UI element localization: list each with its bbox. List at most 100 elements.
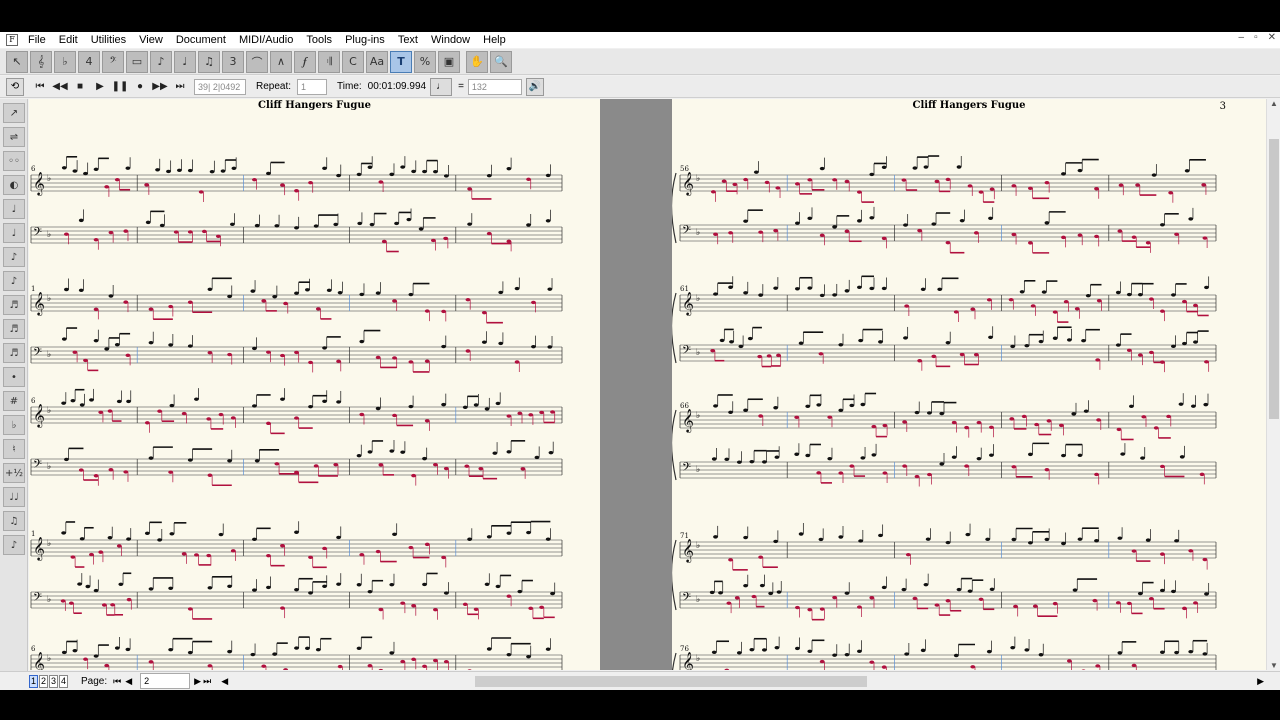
palette-tool-16-icon[interactable]: ♩♩ — [3, 487, 25, 507]
page-tab-4[interactable]: 4 — [59, 674, 68, 688]
repeat-select[interactable]: 1 — [297, 78, 328, 95]
palette-tool-12-icon[interactable]: # — [3, 391, 25, 411]
note — [389, 651, 395, 655]
note — [838, 343, 844, 347]
palette-tool-11-icon[interactable]: • — [3, 367, 25, 387]
palette-tool-4-icon[interactable]: ♩ — [3, 199, 25, 219]
palette-tool-0-icon[interactable]: ↗ — [3, 103, 25, 123]
tempo-note-icon[interactable]: ♩ — [430, 77, 453, 96]
record-icon[interactable]: ● — [130, 78, 150, 96]
restore-button[interactable]: ▫ — [1254, 32, 1258, 43]
lyrics-tool-icon[interactable]: Aa — [366, 50, 388, 73]
tempo-field[interactable]: 132 — [467, 78, 522, 95]
time-sig-tool-icon[interactable]: 4 — [78, 50, 100, 73]
next-page-icon[interactable]: ▶ — [194, 676, 201, 687]
forward-to-end-icon[interactable]: ⏭ — [170, 78, 190, 96]
palette-tool-7-icon[interactable]: ♪ — [3, 271, 25, 291]
key-sig-tool-icon[interactable]: ♭ — [54, 50, 76, 73]
menu-help[interactable]: Help — [477, 34, 513, 46]
page-number-field[interactable]: 2 — [140, 673, 191, 689]
measure-tool-icon[interactable]: ▭ — [126, 50, 148, 73]
page-tab-1[interactable]: 1 — [29, 674, 38, 688]
scroll-left-icon[interactable]: ◀ — [221, 676, 228, 687]
horizontal-scroll-thumb[interactable] — [475, 676, 867, 687]
first-page-icon[interactable]: ⏮ — [113, 676, 121, 687]
play-icon[interactable]: ▶ — [90, 78, 110, 96]
palette-tool-15-icon[interactable]: +½ — [3, 463, 25, 483]
palette-tool-9-icon[interactable]: ♬ — [3, 319, 25, 339]
note — [1010, 344, 1016, 349]
zoom-tool-icon[interactable]: 🔍 — [490, 50, 512, 73]
minimize-button[interactable]: – — [1239, 32, 1245, 43]
palette-tool-17-icon[interactable]: ♫ — [3, 511, 25, 531]
scroll-up-icon[interactable]: ▲ — [1267, 99, 1280, 108]
pause-icon[interactable]: ❚❚ — [110, 78, 130, 96]
note — [220, 169, 226, 173]
note — [1081, 669, 1086, 670]
staff-tool-icon[interactable]: 𝄞 — [30, 50, 52, 73]
menu-plug-ins[interactable]: Plug-ins — [339, 34, 392, 46]
menu-view[interactable]: View — [133, 34, 170, 46]
note — [773, 406, 779, 410]
palette-tool-6-icon[interactable]: ♪ — [3, 247, 25, 267]
menu-midi-audio[interactable]: MIDI/Audio — [233, 34, 300, 46]
palette-tool-1-icon[interactable]: ⇌ — [3, 127, 25, 147]
last-page-icon[interactable]: ⏭ — [203, 676, 211, 687]
repeat-tool-icon[interactable]: 𝄇 — [318, 50, 340, 73]
palette-tool-10-icon[interactable]: ♬ — [3, 343, 25, 363]
expression-icon[interactable]: 𝆑 — [294, 50, 316, 73]
vertical-scrollbar[interactable]: ▲ ▼ — [1266, 99, 1280, 670]
smart-shape-icon[interactable]: ⌒ — [246, 50, 268, 73]
resize-tool-icon[interactable]: % — [414, 50, 436, 73]
tuplet-tool-icon[interactable]: 3 — [222, 50, 244, 73]
menu-window[interactable]: Window — [425, 34, 477, 46]
rewind-to-start-icon[interactable]: ⏮ — [30, 78, 50, 96]
menu-tools[interactable]: Tools — [300, 34, 339, 46]
scroll-right-icon[interactable]: ▶ — [1257, 676, 1264, 687]
note — [1052, 601, 1058, 606]
page-tab-3[interactable]: 3 — [49, 674, 58, 688]
position-field[interactable]: 39| 2|0492 — [194, 78, 246, 95]
palette-tool-13-icon[interactable]: ♭ — [3, 415, 25, 435]
loop-toggle-icon[interactable]: ⟲ — [6, 77, 24, 96]
note — [254, 223, 260, 228]
prev-page-icon[interactable]: ◀ — [125, 676, 132, 687]
page-tab-2[interactable]: 2 — [39, 674, 48, 688]
palette-tool-5-icon[interactable]: ♩ — [3, 223, 25, 243]
menu-document[interactable]: Document — [170, 34, 233, 46]
app-icon[interactable]: F — [6, 34, 18, 46]
palette-tool-2-icon[interactable]: ◦◦ — [3, 151, 25, 171]
note — [713, 535, 718, 539]
note — [1182, 606, 1187, 611]
note — [506, 239, 512, 244]
text-tool-icon[interactable]: T — [390, 50, 412, 73]
vertical-scroll-thumb[interactable] — [1269, 139, 1279, 419]
fast-forward-icon[interactable]: ▶▶ — [150, 78, 170, 96]
palette-tool-18-icon[interactable]: ♪ — [3, 535, 25, 555]
menu-edit[interactable]: Edit — [53, 34, 85, 46]
clef-tool-icon[interactable]: 𝄢 — [102, 50, 124, 73]
menu-file[interactable]: File — [22, 34, 53, 46]
close-button[interactable]: ✕ — [1268, 32, 1276, 43]
menu-utilities[interactable]: Utilities — [85, 34, 133, 46]
hand-grabber-icon[interactable]: ✋ — [466, 50, 488, 73]
palette-tool-3-icon[interactable]: ◐ — [3, 175, 25, 195]
simple-entry-icon[interactable]: ♪ — [150, 50, 172, 73]
scroll-down-icon[interactable]: ▼ — [1267, 661, 1280, 670]
menu-text[interactable]: Text — [392, 34, 425, 46]
note — [422, 169, 427, 174]
palette-tool-8-icon[interactable]: ♬ — [3, 295, 25, 315]
graphics-tool-icon[interactable]: ▣ — [438, 50, 460, 73]
note — [738, 344, 744, 349]
rewind-icon[interactable]: ◀◀ — [50, 78, 70, 96]
palette-tool-14-icon[interactable]: ♮ — [3, 439, 25, 459]
speedy-entry-icon[interactable]: ♩ — [174, 50, 196, 73]
note — [1129, 404, 1134, 409]
speaker-icon[interactable]: 🔊 — [525, 77, 544, 96]
hyperscribe-icon[interactable]: ♫ — [198, 50, 220, 73]
selection-tool-icon[interactable]: ↖ — [6, 50, 28, 73]
articulation-icon[interactable]: ∧ — [270, 50, 292, 73]
chord-tool-icon[interactable]: C — [342, 50, 364, 73]
stop-icon[interactable]: ■ — [70, 78, 90, 96]
horizontal-scrollbar[interactable] — [230, 675, 1265, 688]
